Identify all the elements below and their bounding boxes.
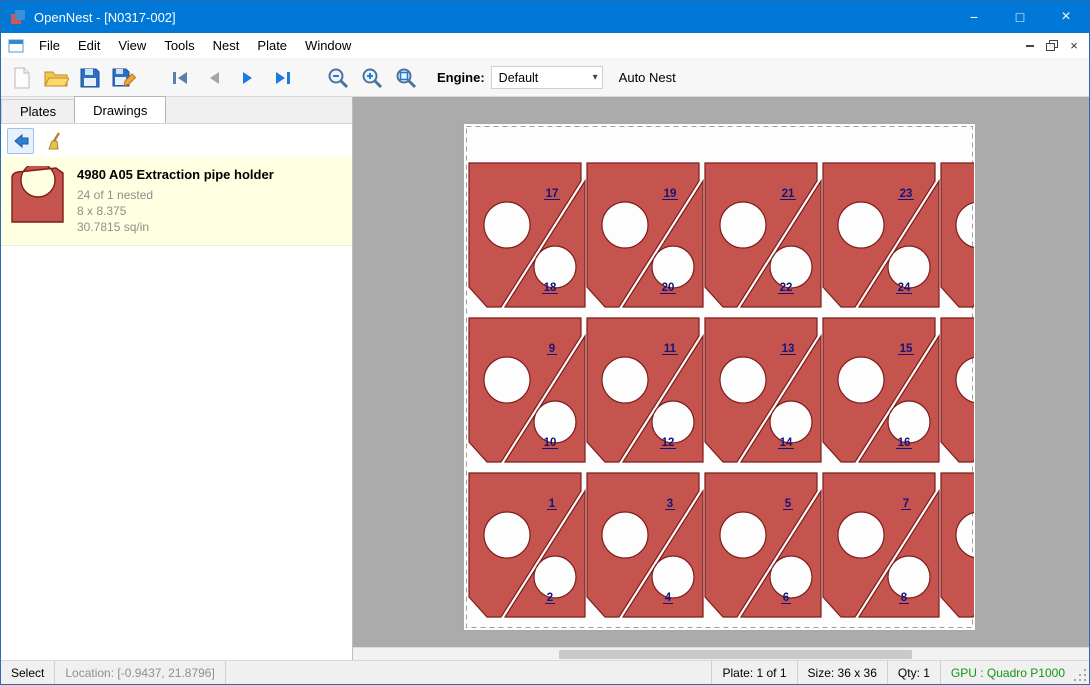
part-number: 3 xyxy=(667,498,673,510)
part-number: 11 xyxy=(664,343,677,355)
tab-strip: Plates Drawings xyxy=(1,97,352,124)
part-number: 23 xyxy=(900,188,913,200)
drawing-title: 4980 A05 Extraction pipe holder xyxy=(77,167,274,182)
blue-arrow-icon xyxy=(12,133,30,149)
part-number: 4 xyxy=(665,592,672,604)
new-file-icon xyxy=(11,66,33,90)
part-number: 20 xyxy=(662,282,675,294)
menu-bar: File Edit View Tools Nest Plate Window × xyxy=(1,33,1089,59)
part-number: 19 xyxy=(664,188,677,200)
part-number: 13 xyxy=(782,343,795,355)
open-button[interactable] xyxy=(39,62,73,94)
import-drawing-button[interactable] xyxy=(7,128,34,154)
part-thumbnail xyxy=(9,165,67,227)
part-number: 17 xyxy=(546,188,559,200)
minimize-button[interactable]: − xyxy=(951,1,997,33)
menu-file[interactable]: File xyxy=(30,34,69,57)
drawing-size: 8 x 8.375 xyxy=(77,203,274,219)
part-number: 14 xyxy=(780,437,793,449)
app-icon xyxy=(10,9,26,25)
menu-tools[interactable]: Tools xyxy=(155,34,203,57)
previous-plate-button[interactable] xyxy=(197,62,231,94)
drawing-area: 30.7815 sq/in xyxy=(77,219,274,235)
left-panel: Plates Drawings 4980 A05 Extractio xyxy=(1,97,353,660)
part-number: 9 xyxy=(549,343,555,355)
part-number: 24 xyxy=(898,282,911,294)
first-arrow-icon xyxy=(171,70,190,86)
engine-label: Engine: xyxy=(437,70,485,85)
next-arrow-icon xyxy=(240,70,256,86)
first-plate-button[interactable] xyxy=(163,62,197,94)
title-bar: OpenNest - [N0317-002] − □ × xyxy=(1,1,1089,33)
status-location: Location: [-0.9437, 21.8796] xyxy=(55,661,225,684)
clear-drawings-button[interactable] xyxy=(40,128,67,154)
child-minimize-icon[interactable] xyxy=(1019,36,1041,56)
status-qty: Qty: 1 xyxy=(887,661,940,684)
new-file-button[interactable] xyxy=(5,62,39,94)
maximize-button[interactable]: □ xyxy=(997,1,1043,33)
horizontal-scrollbar[interactable] xyxy=(353,647,1089,660)
part-number: 12 xyxy=(662,437,675,449)
toolbar: Engine: Default ▾ Auto Nest xyxy=(1,59,1089,97)
document-icon[interactable] xyxy=(8,39,24,53)
menu-view[interactable]: View xyxy=(109,34,155,57)
menu-plate[interactable]: Plate xyxy=(248,34,296,57)
status-size: Size: 36 x 36 xyxy=(797,661,887,684)
status-plate: Plate: 1 of 1 xyxy=(711,661,796,684)
status-mode: Select xyxy=(1,661,55,684)
auto-nest-label[interactable]: Auto Nest xyxy=(619,70,676,85)
close-button[interactable]: × xyxy=(1043,1,1089,33)
last-arrow-icon xyxy=(273,70,292,86)
part-number: 6 xyxy=(783,592,789,604)
child-restore-icon[interactable] xyxy=(1041,36,1063,56)
status-bar: Select Location: [-0.9437, 21.8796] Plat… xyxy=(1,660,1089,684)
window-title: OpenNest - [N0317-002] xyxy=(34,10,176,25)
part-number: 1 xyxy=(549,498,556,510)
app-window: OpenNest - [N0317-002] − □ × File Edit V… xyxy=(0,0,1090,685)
last-plate-button[interactable] xyxy=(265,62,299,94)
part-number: 16 xyxy=(898,437,911,449)
scrollbar-thumb[interactable] xyxy=(559,650,912,659)
save-as-icon xyxy=(111,66,137,90)
engine-dropdown[interactable]: Default ▾ xyxy=(491,66,603,89)
next-plate-button[interactable] xyxy=(231,62,265,94)
part-number: 5 xyxy=(785,498,792,510)
save-button[interactable] xyxy=(73,62,107,94)
status-gpu: GPU : Quadro P1000 xyxy=(940,661,1075,684)
zoom-fit-icon xyxy=(394,66,418,90)
drawings-toolbar xyxy=(1,124,352,157)
plate[interactable]: 171819202122232491011121314151612345678 xyxy=(463,123,976,634)
zoom-fit-button[interactable] xyxy=(389,62,423,94)
zoom-in-button[interactable] xyxy=(355,62,389,94)
zoom-in-icon xyxy=(360,66,384,90)
child-close-icon[interactable]: × xyxy=(1063,36,1085,56)
part-number: 8 xyxy=(901,592,908,604)
menu-window[interactable]: Window xyxy=(296,34,360,57)
tab-plates[interactable]: Plates xyxy=(1,99,75,123)
tab-drawings[interactable]: Drawings xyxy=(74,96,166,123)
drawing-list-item[interactable]: 4980 A05 Extraction pipe holder 24 of 1 … xyxy=(1,157,352,246)
menu-nest[interactable]: Nest xyxy=(204,34,249,57)
resize-grip[interactable] xyxy=(1075,661,1089,684)
zoom-out-button[interactable] xyxy=(321,62,355,94)
part-number: 15 xyxy=(900,343,913,355)
broom-icon xyxy=(45,132,63,150)
drawing-nested-count: 24 of 1 nested xyxy=(77,187,274,203)
save-icon xyxy=(78,66,102,90)
engine-value: Default xyxy=(499,71,593,85)
nest-canvas[interactable]: 171819202122232491011121314151612345678 xyxy=(353,97,1089,660)
part-number: 2 xyxy=(547,592,553,604)
zoom-out-icon xyxy=(326,66,350,90)
chevron-down-icon: ▾ xyxy=(593,72,598,83)
part-number: 7 xyxy=(903,498,909,510)
open-folder-icon xyxy=(43,67,69,89)
previous-arrow-icon xyxy=(206,70,222,86)
part-number: 22 xyxy=(780,282,793,294)
part-number: 21 xyxy=(782,188,795,200)
save-as-button[interactable] xyxy=(107,62,141,94)
part-number: 18 xyxy=(544,282,557,294)
menu-edit[interactable]: Edit xyxy=(69,34,109,57)
part-number: 10 xyxy=(544,437,557,449)
